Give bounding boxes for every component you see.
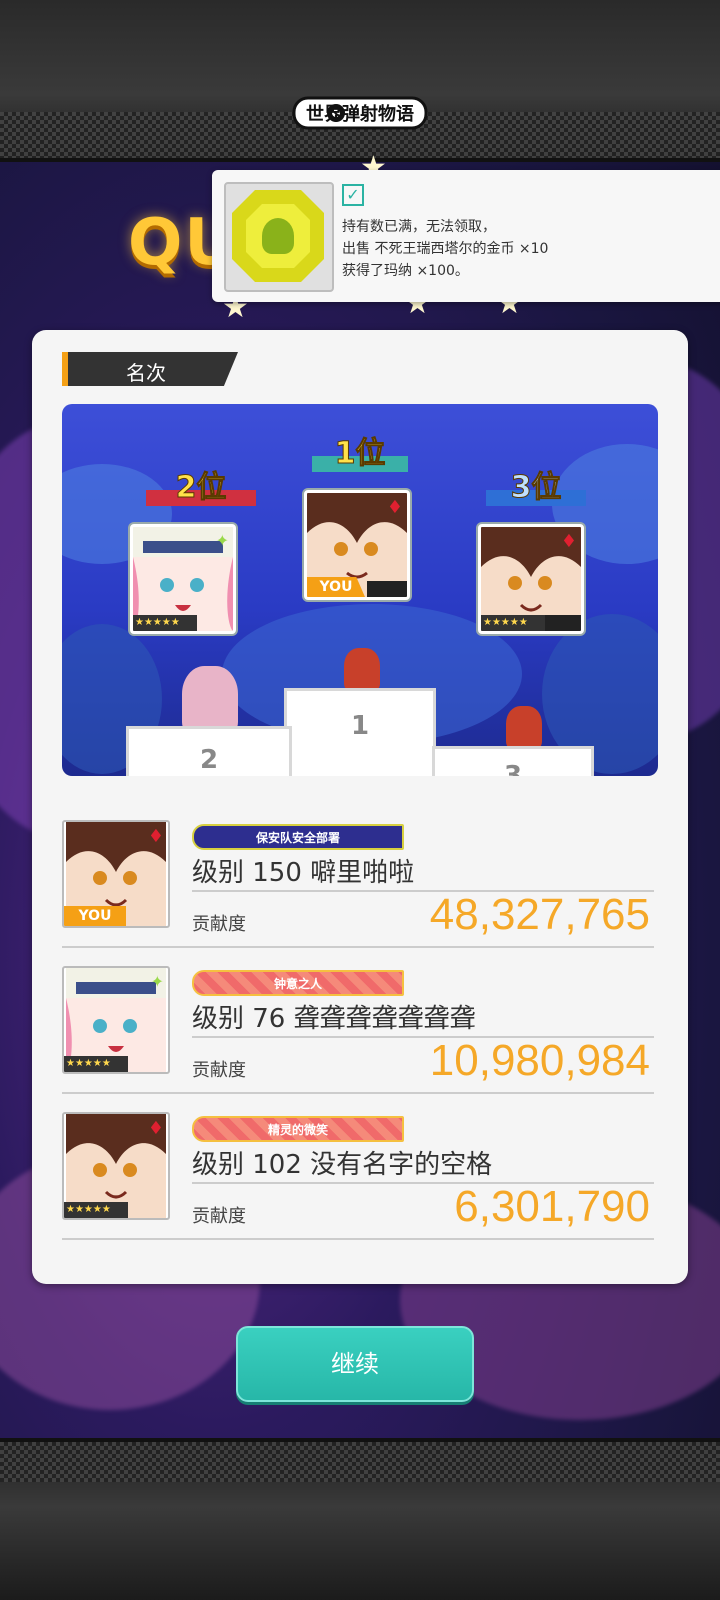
star-rating: ★★★★★ — [133, 615, 197, 631]
title-badge: 保安队安全部署 — [192, 824, 404, 850]
contribution-label: 贡献度 — [192, 1060, 246, 1081]
ranking-row-1[interactable]: ♦ YOU 保安队安全部署 级别 150 噼里啪啦 贡献度 48,327,765 — [62, 820, 654, 948]
player-level-name: 级别 150 噼里啪啦 — [192, 858, 415, 888]
rank-3-label: 3位 — [510, 470, 562, 506]
podium-num-2: 2 — [199, 745, 219, 775]
rank-1-label: 1位 — [334, 436, 386, 472]
podium-num-1: 1 — [350, 711, 370, 741]
row-divider — [62, 946, 654, 948]
title-text: 精灵的微笑 — [267, 1123, 328, 1137]
title-badge: 精灵的微笑 — [192, 1116, 404, 1142]
podium-3: 3 — [432, 746, 594, 776]
rank-3-banner: 3位 — [486, 462, 586, 506]
title-text: 保安队安全部署 — [255, 831, 340, 845]
row-divider — [62, 1092, 654, 1094]
podium-num-3: 3 — [503, 761, 523, 776]
contribution-label: 贡献度 — [192, 1206, 246, 1227]
player-thumb: ♦ ★★★★★ — [62, 1112, 170, 1220]
item-notification[interactable]: ✓ 持有数已满，无法领取， 出售 不死王瑞西塔尔的金币 ×10 获得了玛纳 ×1… — [212, 170, 720, 302]
bottom-bar — [0, 1438, 720, 1600]
item-icon-frame — [224, 182, 334, 292]
section-tab: 名次 — [62, 352, 238, 386]
rank-3-sprite — [506, 706, 542, 750]
rank-2-card[interactable]: ✦ ★★★★★ — [130, 524, 236, 634]
notice-line-2: 出售 不死王瑞西塔尔的金币 ×10 — [342, 241, 549, 257]
player-thumb: ♦ YOU — [62, 820, 170, 928]
player-level-name: 级别 102 没有名字的空格 — [192, 1150, 493, 1180]
diamond-suit-icon: ♦ — [147, 1118, 164, 1139]
rank-1-sprite — [344, 648, 380, 692]
podium-scene: 1位 ♦ YOU 2位 ✦ ★★★★★ 3位 ♦ ★★★★★ 1 2 3 — [62, 404, 658, 776]
title-badge: 钟意之人 — [192, 970, 404, 996]
ranking-row-2[interactable]: ✦ ★★★★★ 钟意之人 级别 76 聋聋聋聋聋聋聋 贡献度 10,980,98… — [62, 966, 654, 1094]
coin-icon — [232, 190, 324, 282]
rank-2-label: 2位 — [175, 470, 227, 506]
podium-1: 1 — [284, 688, 436, 776]
star-rating: ★★★★★ — [481, 615, 545, 631]
check-icon: ✓ — [342, 184, 364, 206]
result-screen: 世界弹射物语 QU ★ ★ ★ ★ ✓ 持有数已满，无法领取， 出售 不死王瑞西… — [0, 0, 720, 1600]
you-badge: YOU — [64, 906, 126, 926]
game-logo: 世界弹射物语 — [292, 96, 428, 130]
notice-line-1: 持有数已满，无法领取， — [342, 219, 496, 235]
ranking-panel: 名次 1位 ♦ YOU 2位 ✦ ★★★★★ 3位 ♦ ★★★★★ 1 2 3 … — [32, 330, 688, 1284]
rank-2-banner: 2位 — [146, 462, 256, 506]
contribution-score: 10,980,984 — [429, 1036, 650, 1085]
notice-line-3: 获得了玛纳 ×100。 — [342, 263, 469, 279]
continue-button[interactable]: 继续 — [236, 1326, 474, 1402]
ranking-row-3[interactable]: ♦ ★★★★★ 精灵的微笑 级别 102 没有名字的空格 贡献度 6,301,7… — [62, 1112, 654, 1240]
diamond-suit-icon: ♦ — [560, 531, 577, 552]
podium-2: 2 — [126, 726, 292, 776]
diamond-suit-icon: ♦ — [386, 497, 403, 518]
you-badge: YOU — [307, 577, 365, 597]
rank-1-card[interactable]: ♦ YOU — [304, 490, 410, 600]
contribution-score: 48,327,765 — [429, 890, 650, 939]
star-rating: ★★★★★ — [64, 1056, 128, 1072]
player-thumb: ✦ ★★★★★ — [62, 966, 170, 1074]
contribution-score: 6,301,790 — [454, 1182, 650, 1231]
top-header-bar: 世界弹射物语 — [0, 0, 720, 162]
diamond-suit-icon: ♦ — [147, 826, 164, 847]
row-divider — [62, 1238, 654, 1240]
rank-3-card[interactable]: ♦ ★★★★★ — [478, 524, 584, 634]
section-label: 名次 — [126, 361, 166, 385]
sparkle-icon: ✦ — [215, 531, 229, 550]
sparkle-icon: ✦ — [150, 972, 164, 991]
title-text: 钟意之人 — [273, 977, 322, 991]
player-level-name: 级别 76 聋聋聋聋聋聋聋 — [192, 1004, 476, 1034]
star-rating: ★★★★★ — [64, 1202, 128, 1218]
checker-pattern — [0, 1442, 720, 1482]
rank-1-banner: 1位 — [312, 428, 408, 472]
logo-text: 世界弹射物语 — [306, 103, 414, 125]
contribution-label: 贡献度 — [192, 914, 246, 935]
